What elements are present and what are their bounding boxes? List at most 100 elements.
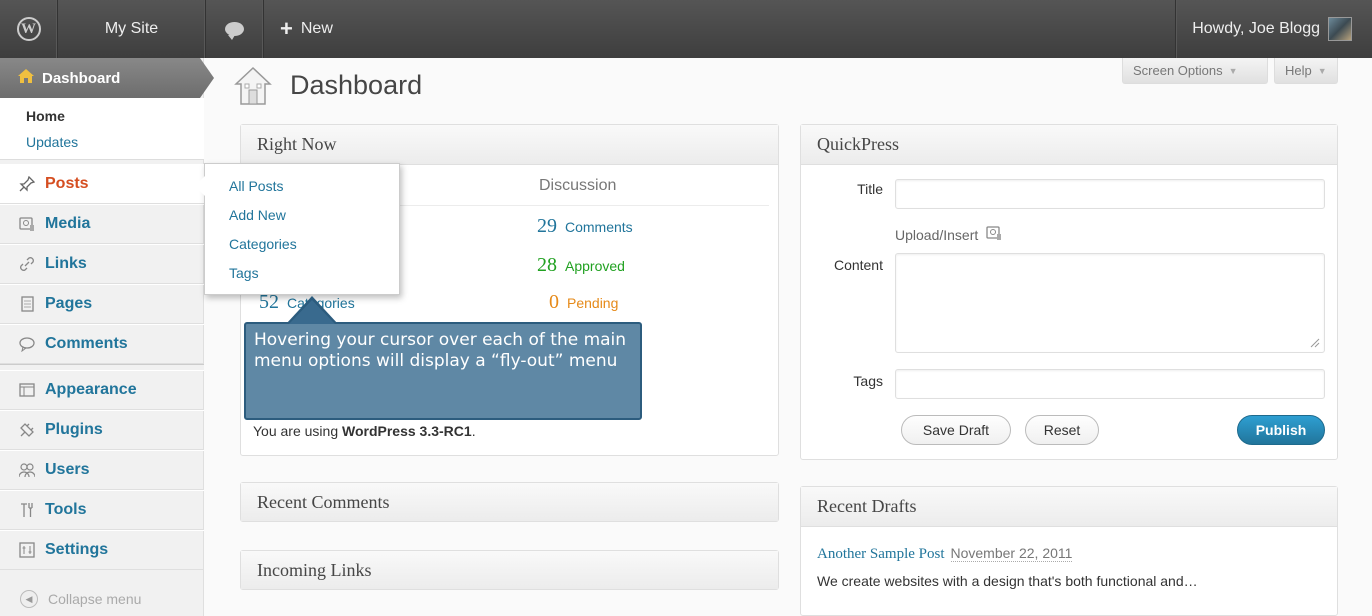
settings-icon <box>18 541 36 559</box>
divider <box>481 205 769 206</box>
collapse-arrow-icon: ◀ <box>20 590 38 608</box>
admin-bar: W My Site + New Howdy, Joe Blogg <box>0 0 1372 58</box>
pages-icon <box>18 295 36 313</box>
content-textarea[interactable] <box>895 253 1325 353</box>
sidebar-item-appearance[interactable]: Appearance <box>0 370 204 410</box>
sidebar-item-label: Tools <box>45 501 87 518</box>
screen-options-button[interactable]: Screen Options ▼ <box>1122 58 1268 84</box>
sidebar-item-label: Settings <box>45 541 109 558</box>
flyout-tip-callout: Hovering your cursor over each of the ma… <box>244 296 642 420</box>
title-label: Title <box>857 181 883 197</box>
tags-input[interactable] <box>895 369 1325 399</box>
dashboard-home-icon <box>234 66 272 106</box>
pending-stat[interactable]: 0 Pending <box>549 291 618 314</box>
recent-drafts-title[interactable]: Recent Drafts <box>801 487 1337 527</box>
sidebar-item-links[interactable]: Links <box>0 244 204 284</box>
incoming-links-title[interactable]: Incoming Links <box>241 551 778 589</box>
resize-handle-icon[interactable] <box>1310 338 1320 348</box>
sidebar-item-comments[interactable]: Comments <box>0 324 204 364</box>
sidebar-item-media[interactable]: Media <box>0 204 204 244</box>
plugin-icon <box>18 421 36 439</box>
quickpress-title[interactable]: QuickPress <box>801 125 1337 165</box>
incoming-links-box: Incoming Links <box>240 550 779 590</box>
approved-stat[interactable]: 28 Approved <box>537 254 625 277</box>
plus-icon: + <box>280 16 293 41</box>
link-icon <box>18 255 36 273</box>
flyout-categories[interactable]: Categories <box>229 232 399 261</box>
my-site-link[interactable]: My Site <box>58 0 206 58</box>
sidebar-item-label: Media <box>45 215 91 232</box>
title-input[interactable] <box>895 179 1325 209</box>
comments-stat[interactable]: 29 Comments <box>537 215 633 238</box>
reset-button[interactable]: Reset <box>1025 415 1099 445</box>
avatar <box>1328 17 1352 41</box>
wordpress-logo-icon: W <box>16 17 41 41</box>
new-content-button[interactable]: + New <box>264 0 349 58</box>
draft-title-link[interactable]: Another Sample Post <box>817 546 945 562</box>
draft-excerpt: We create websites with a design that's … <box>817 573 1198 589</box>
sidebar-item-label: Posts <box>45 175 89 192</box>
draft-date: November 22, 2011 <box>950 545 1073 562</box>
page-title: Dashboard <box>290 70 423 100</box>
dashboard-submenu: Home Updates <box>0 98 204 160</box>
sidebar-item-tools[interactable]: Tools <box>0 490 204 530</box>
version-number: WordPress 3.3-RC1 <box>342 423 472 439</box>
comments-count: 29 <box>537 215 557 237</box>
comments-button[interactable] <box>206 0 264 58</box>
flyout-tags[interactable]: Tags <box>229 261 399 290</box>
sidebar-item-settings[interactable]: Settings <box>0 530 204 570</box>
publish-button[interactable]: Publish <box>1237 415 1325 445</box>
sidebar-item-label: Users <box>45 461 90 478</box>
help-button[interactable]: Help ▼ <box>1274 58 1338 84</box>
admin-sidebar: Dashboard Home Updates Posts Media Links… <box>0 58 214 616</box>
sidebar-item-label: Dashboard <box>42 69 121 87</box>
wordpress-logo-button[interactable]: W <box>0 0 58 58</box>
upload-insert: Upload/Insert <box>895 225 1002 244</box>
tools-icon <box>18 501 36 519</box>
media-icon <box>18 215 36 233</box>
triangle-down-icon: ▼ <box>1317 65 1327 76</box>
home-icon <box>18 69 34 87</box>
version-prefix: You are using <box>253 423 342 439</box>
sidebar-item-label: Comments <box>45 335 128 352</box>
submenu-home[interactable]: Home <box>26 103 204 129</box>
tags-label: Tags <box>853 373 883 389</box>
recent-comments-box: Recent Comments <box>240 482 779 522</box>
users-icon <box>18 461 36 479</box>
recent-comments-title[interactable]: Recent Comments <box>241 483 778 521</box>
posts-flyout-menu: All Posts Add New Categories Tags <box>195 163 400 295</box>
right-now-title[interactable]: Right Now <box>241 125 778 165</box>
sidebar-item-dashboard[interactable]: Dashboard <box>0 58 214 98</box>
sidebar-item-pages[interactable]: Pages <box>0 284 204 324</box>
flyout-add-new[interactable]: Add New <box>229 203 399 232</box>
sidebar-item-label: Pages <box>45 295 93 312</box>
howdy-text: Howdy, Joe Blogg <box>1192 20 1320 37</box>
comments-label: Comments <box>565 219 633 235</box>
pending-label: Pending <box>567 295 619 311</box>
sidebar-item-posts[interactable]: Posts <box>0 164 204 204</box>
account-menu[interactable]: Howdy, Joe Blogg <box>1175 0 1372 58</box>
approved-count: 28 <box>537 254 557 276</box>
content-label: Content <box>833 257 883 273</box>
submenu-updates[interactable]: Updates <box>26 129 204 155</box>
save-draft-button[interactable]: Save Draft <box>901 415 1011 445</box>
pending-count: 0 <box>549 291 559 313</box>
discussion-heading: Discussion <box>539 177 617 194</box>
sidebar-item-label: Plugins <box>45 421 103 438</box>
help-label: Help <box>1285 63 1312 78</box>
comment-bubble-icon <box>225 22 244 40</box>
upload-insert-label: Upload/Insert <box>895 226 979 243</box>
quickpress-box: QuickPress Title Upload/Insert Content T… <box>800 124 1338 460</box>
screen-options-label: Screen Options <box>1133 63 1223 78</box>
version-info: You are using WordPress 3.3-RC1. <box>253 423 476 439</box>
collapse-menu-button[interactable]: ◀ Collapse menu <box>20 590 141 608</box>
version-suffix: . <box>471 423 476 439</box>
draft-item: Another Sample Post November 22, 2011 <box>817 545 1073 563</box>
comment-icon <box>18 335 36 353</box>
new-label: New <box>300 20 333 37</box>
sidebar-item-users[interactable]: Users <box>0 450 204 490</box>
flyout-all-posts[interactable]: All Posts <box>229 174 399 203</box>
appearance-icon <box>18 381 36 399</box>
add-media-icon[interactable] <box>986 225 1002 244</box>
sidebar-item-plugins[interactable]: Plugins <box>0 410 204 450</box>
